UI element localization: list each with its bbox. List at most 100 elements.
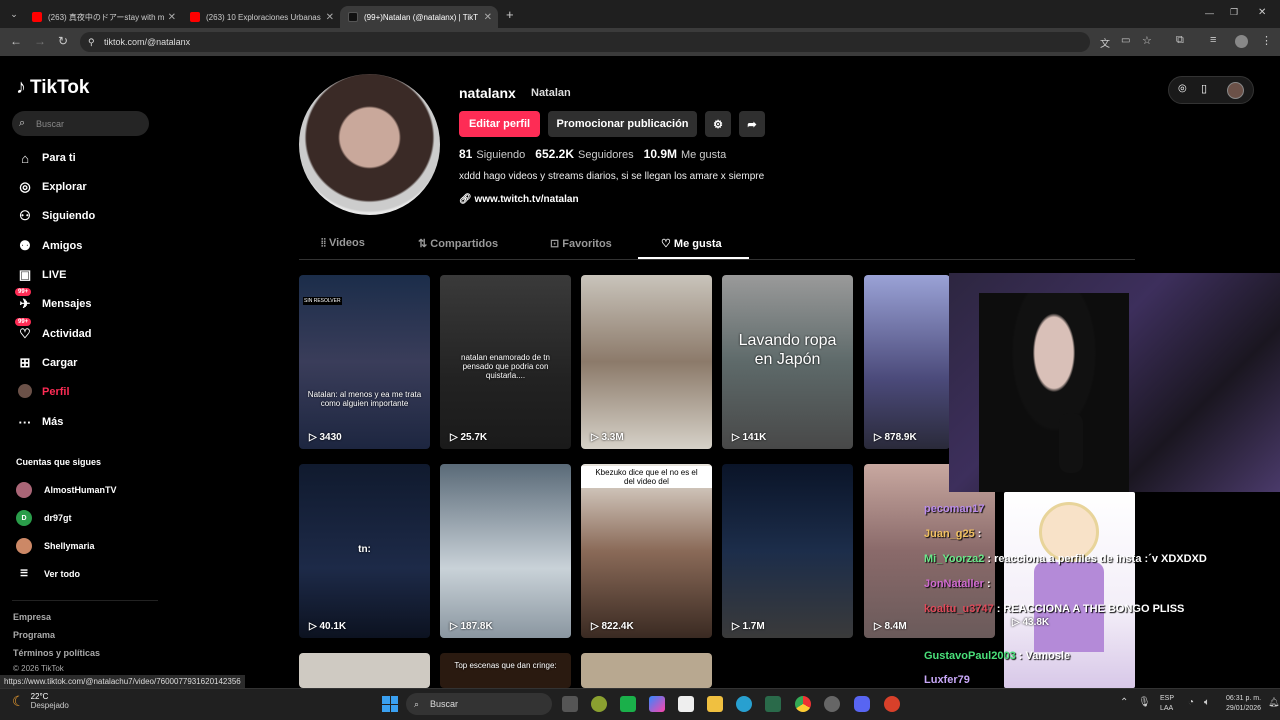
app-icon[interactable] [620, 696, 636, 712]
close-tab-icon[interactable]: ✕ [326, 12, 334, 23]
activity-badge: 99+ [15, 318, 32, 326]
chrome-icon[interactable] [795, 696, 811, 712]
video-caption: tn: [358, 544, 371, 555]
minimize-icon[interactable]: — [1205, 8, 1214, 18]
wifi-icon[interactable]: ◔ [1188, 697, 1194, 708]
close-tab-icon[interactable]: ✕ [484, 12, 492, 23]
video-caption: natalan enamorado de tn pensado que podr… [461, 353, 550, 380]
extensions-icon[interactable]: ⧉ [1176, 34, 1184, 47]
reload-icon[interactable]: ↻ [58, 34, 68, 48]
share-button[interactable]: ➦ [739, 111, 765, 137]
url-field[interactable]: ⚲ tiktok.com/@natalanx [80, 32, 1090, 52]
followed-account[interactable]: Shellymaria [16, 538, 95, 554]
account-avatar-icon[interactable] [1235, 35, 1248, 48]
tab-favoritos[interactable]: ⊡ Favoritos [550, 237, 612, 250]
video-card[interactable]: Lavando ropa en Japón ▷ 141K [722, 275, 853, 449]
video-card[interactable]: ▷ 3.3M [581, 275, 712, 449]
chevron-up-icon[interactable]: ⌃ [1120, 697, 1128, 708]
browser-tab-1[interactable]: (263) 真夜中のドアーstay with m ✕ [24, 6, 182, 28]
weather-widget[interactable]: ☾ 22°C Despejado [12, 692, 69, 710]
app-icon[interactable] [765, 696, 781, 712]
video-caption: Lavando ropa en Japón [738, 332, 837, 369]
sidebar-item-mas[interactable]: ··· Más [16, 412, 64, 432]
cast-icon[interactable]: ▭ [1121, 35, 1130, 46]
tab-compartidos[interactable]: ⇅ Compartidos [418, 237, 498, 250]
bookmark-star-icon[interactable]: ☆ [1142, 34, 1152, 47]
sidebar-item-perfil[interactable]: Perfil [16, 382, 70, 402]
more-icon: ··· [18, 414, 32, 430]
copilot-icon[interactable] [649, 696, 665, 712]
sidebar-item-live[interactable]: ▣ LIVE [16, 265, 67, 285]
promote-post-button[interactable]: Promocionar publicación [548, 111, 697, 137]
avatar [16, 538, 32, 554]
sidebar-item-mensajes[interactable]: ✈ 99+ Mensajes [15, 288, 92, 314]
browser-tab-2[interactable]: (263) 10 Exploraciones Urbanas ✕ [182, 6, 340, 28]
sidebar-item-explorar[interactable]: ◎ Explorar [16, 177, 86, 197]
sidebar-item-para-ti[interactable]: ⌂ Para ti [16, 148, 76, 168]
translate-icon[interactable]: 文 [1100, 35, 1110, 50]
compass-icon[interactable]: ◎ [1178, 83, 1187, 94]
windows-start-icon[interactable] [382, 696, 398, 712]
device-icon[interactable]: ▯ [1201, 82, 1207, 95]
site-info-icon[interactable]: ⚲ [88, 37, 95, 48]
notification-icon[interactable]: 🔔︎ [1268, 697, 1279, 708]
video-card[interactable]: ▷ 187.8K [440, 464, 571, 638]
discord-icon[interactable] [854, 696, 870, 712]
sidebar-item-siguiendo[interactable]: ⚇ Siguiendo [16, 206, 95, 226]
video-card[interactable]: Kbezuko dice que el no es el del video d… [581, 464, 712, 638]
tab-videos[interactable]: ⦙⦙ Videos [321, 237, 365, 250]
followed-account[interactable]: AlmostHumanTV [16, 482, 117, 498]
folder-icon[interactable] [707, 696, 723, 712]
video-card[interactable]: SIN RESOLVER Natalan: al menos y ea me t… [299, 275, 430, 449]
language-indicator[interactable]: ESP LAA [1160, 694, 1174, 714]
app-icon[interactable] [591, 696, 607, 712]
see-all-link[interactable]: ☰ Ver todo [16, 568, 80, 579]
search-input[interactable]: ⌕ Buscar [12, 111, 149, 136]
sidebar-item-cargar[interactable]: ⊞ Cargar [16, 353, 78, 373]
video-card[interactable]: tn: ▷ 40.1K [299, 464, 430, 638]
taskbar-search[interactable]: ⌕ Buscar [406, 693, 552, 715]
close-tab-icon[interactable]: ✕ [168, 12, 176, 23]
menu-icon[interactable]: ⋮ [1261, 34, 1272, 47]
task-view-icon[interactable] [562, 696, 578, 712]
volume-icon[interactable]: 🔈︎ [1204, 697, 1210, 708]
new-tab-icon[interactable]: + [506, 7, 514, 22]
tab-search-icon[interactable]: ⌄ [4, 9, 24, 20]
sidebar-item-amigos[interactable]: ⚉ Amigos [16, 236, 82, 256]
sidebar-item-actividad[interactable]: ♡ 99+ Actividad [15, 318, 92, 344]
chat-message: koaltu_u3747 : REACCIONA A THE BONGO PLI… [924, 603, 1185, 615]
stat-following[interactable]: 81 Siguiendo [459, 147, 525, 161]
microphone-icon[interactable]: 🎙︎ [1138, 697, 1151, 708]
maximize-icon[interactable]: ❐ [1230, 7, 1238, 18]
video-card[interactable]: ▷ 878.9K [864, 275, 950, 449]
edge-icon[interactable] [736, 696, 752, 712]
video-views: ▷ 40.1K [309, 621, 347, 632]
back-icon[interactable]: ← [10, 34, 22, 48]
app-icon[interactable] [884, 696, 900, 712]
settings-button[interactable]: ⚙ [705, 111, 731, 137]
footer-terminos[interactable]: Términos y políticas [13, 648, 100, 658]
tab-me-gusta[interactable]: ♡ Me gusta [661, 237, 722, 250]
followed-account[interactable]: Ddr97gt [16, 510, 72, 526]
profile-link[interactable]: 🔗︎ www.twitch.tv/natalan [459, 194, 579, 205]
profile-avatar[interactable] [299, 74, 440, 215]
video-card[interactable] [299, 653, 430, 688]
footer-programa[interactable]: Programa [13, 630, 55, 640]
video-card[interactable]: ▷ 1.7M [722, 464, 853, 638]
stat-followers[interactable]: 652.2K Seguidores [535, 147, 633, 161]
app-icon[interactable] [824, 696, 840, 712]
browser-tab-3[interactable]: (99+)Natalan (@natalanx) | TikT ✕ [340, 6, 498, 28]
forward-icon[interactable]: → [34, 34, 46, 48]
avatar[interactable] [1227, 82, 1244, 99]
clock[interactable]: 06:31 p. m. 29/01/2026 [1226, 694, 1261, 714]
edit-profile-button[interactable]: Editar perfil [459, 111, 540, 137]
tiktok-logo[interactable]: ♪ TikTok [16, 76, 89, 99]
video-card[interactable]: Top escenas que dan cringe: [440, 653, 571, 688]
video-card[interactable]: natalan enamorado de tn pensado que podr… [440, 275, 571, 449]
media-icon[interactable]: ≡ [1210, 34, 1216, 46]
close-window-icon[interactable]: ✕ [1258, 7, 1266, 18]
video-card[interactable] [581, 653, 712, 688]
store-icon[interactable] [678, 696, 694, 712]
search-icon: ⌕ [414, 698, 420, 709]
footer-empresa[interactable]: Empresa [13, 612, 51, 622]
